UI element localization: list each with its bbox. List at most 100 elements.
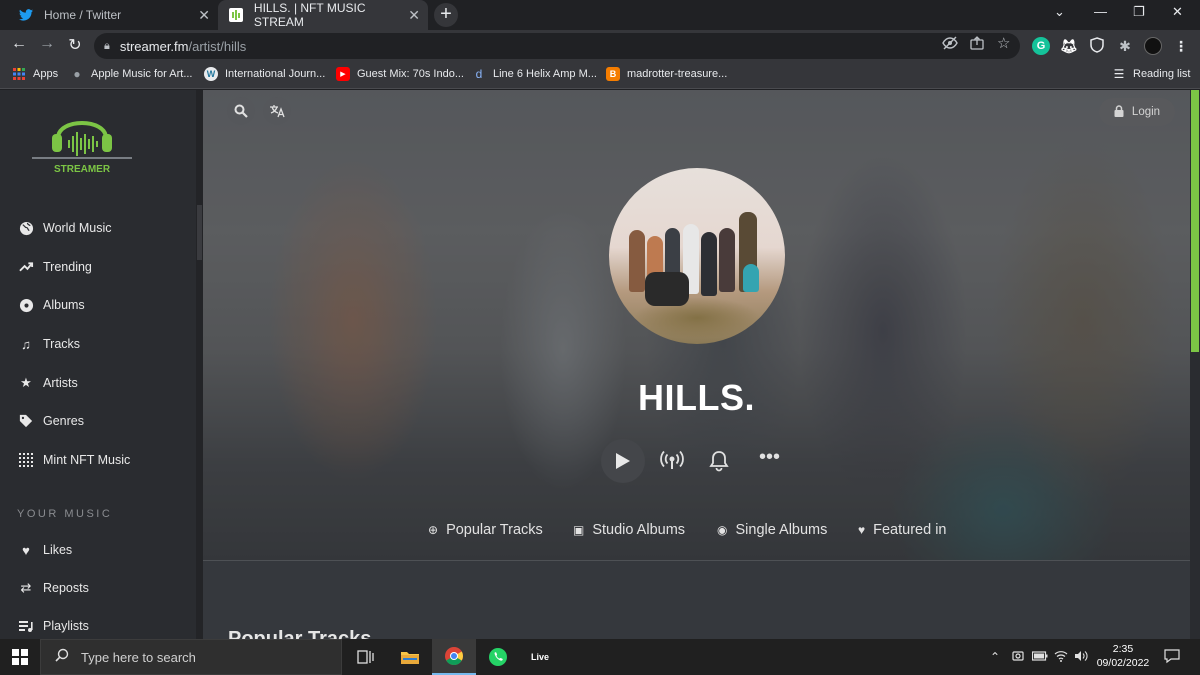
page-scrollbar[interactable] <box>1190 90 1200 639</box>
sidebar-item-tracks[interactable]: ♫ Tracks <box>18 336 80 352</box>
artist-avatar <box>609 168 785 344</box>
live-app-icon[interactable]: Live <box>518 639 562 675</box>
globe-icon <box>18 220 34 236</box>
battery-icon[interactable] <box>1031 650 1048 664</box>
disc-icon <box>18 297 34 313</box>
translate-icon[interactable] <box>263 97 291 125</box>
windows-start-icon[interactable] <box>12 649 28 665</box>
tag-icon <box>18 413 34 429</box>
close-tab-icon[interactable]: ✕ <box>408 7 420 24</box>
bell-icon[interactable] <box>709 450 729 477</box>
shield-extension-icon[interactable] <box>1088 37 1106 55</box>
tray-chevron-up-icon[interactable]: ⌃ <box>990 650 1000 664</box>
address-bar[interactable]: 🔒︎ streamer.fm/artist/hills <box>94 33 1020 59</box>
lock-icon <box>1114 104 1124 120</box>
volume-icon[interactable] <box>1074 650 1088 665</box>
more-options-icon[interactable]: ••• <box>759 446 780 469</box>
close-tab-icon[interactable]: ✕ <box>198 7 210 24</box>
bookmark-madrotter[interactable]: B madrotter-treasure... <box>606 67 727 81</box>
tab-streamer[interactable]: HILLS. | NFT MUSIC STREAM ✕ <box>218 0 428 30</box>
taskbar-search-input[interactable]: Type here to search <box>40 639 342 675</box>
file-explorer-icon[interactable] <box>388 639 432 675</box>
bookmark-international-journ[interactable]: W International Journ... <box>204 67 325 81</box>
bookmark-guest-mix[interactable]: ▶ Guest Mix: 70s Indo... <box>336 67 464 81</box>
sidebar: STREAMER World Music Trending Albums ♫ T… <box>0 90 200 639</box>
d-icon: d <box>475 67 483 81</box>
search-icon[interactable] <box>227 97 255 125</box>
albums-icon: ▣ <box>573 523 585 537</box>
tab-search-chevron-icon[interactable]: ⌄ <box>1054 4 1065 20</box>
more-menu-icon[interactable]: ⋮ <box>1172 37 1190 55</box>
chrome-taskbar-icon[interactable] <box>432 639 476 675</box>
play-button[interactable] <box>601 439 645 483</box>
sidebar-item-likes[interactable]: ♥ Likes <box>18 542 72 558</box>
sidebar-item-world-music[interactable]: World Music <box>18 220 112 236</box>
tab-title: HILLS. | NFT MUSIC STREAM <box>253 1 366 29</box>
trending-icon <box>18 259 34 275</box>
disc-icon: ◉ <box>717 523 728 537</box>
profile-avatar[interactable] <box>1144 37 1162 55</box>
streamer-logo[interactable]: STREAMER <box>28 100 136 178</box>
tray-camera-icon[interactable] <box>1012 650 1026 665</box>
tab-single-albums[interactable]: ◉ Single Albums <box>717 522 827 538</box>
reload-icon[interactable]: ↻ <box>64 35 86 55</box>
bookmark-star-icon[interactable]: ☆ <box>997 34 1010 52</box>
divider <box>203 560 1190 561</box>
youtube-icon: ▶ <box>336 67 350 81</box>
minimize-icon[interactable]: — <box>1094 4 1107 19</box>
sidebar-item-playlists[interactable]: Playlists <box>18 618 89 634</box>
taskbar-clock[interactable]: 2:35 09/02/2022 <box>1092 642 1154 670</box>
plus-circle-icon: ⊕ <box>428 523 439 537</box>
sidebar-item-mint-nft-music[interactable]: Mint NFT Music <box>18 452 130 468</box>
page-content: STREAMER World Music Trending Albums ♫ T… <box>0 90 1200 639</box>
heart-icon: ♥ <box>858 523 866 537</box>
eye-off-icon[interactable] <box>942 36 958 53</box>
star-icon: ★ <box>20 375 32 390</box>
bookmark-apps[interactable]: Apps <box>12 67 58 81</box>
login-button[interactable]: Login <box>1099 98 1175 126</box>
lock-icon: 🔒︎ <box>104 39 110 52</box>
reading-list-icon: ☰ <box>1113 67 1125 81</box>
grammarly-icon[interactable]: G <box>1032 37 1050 55</box>
browser-toolbar: ← → ↻ 🔒︎ streamer.fm/artist/hills ☆ G 🦊︎… <box>0 30 1200 62</box>
tab-popular-tracks[interactable]: ⊕ Popular Tracks <box>428 522 543 538</box>
forward-icon[interactable]: → <box>36 35 58 53</box>
metamask-icon[interactable]: 🦊︎ <box>1060 37 1078 55</box>
bookmark-apple-music[interactable]: ● Apple Music for Art... <box>70 67 192 81</box>
svg-text:STREAMER: STREAMER <box>54 164 111 175</box>
tab-title: Home / Twitter <box>44 8 122 22</box>
sidebar-item-artists[interactable]: ★ Artists <box>18 375 78 391</box>
tab-studio-albums[interactable]: ▣ Studio Albums <box>573 522 685 538</box>
new-tab-button[interactable]: + <box>434 3 458 27</box>
twitter-icon <box>18 7 34 23</box>
back-icon[interactable]: ← <box>8 35 30 53</box>
extensions-puzzle-icon[interactable]: ✱ <box>1116 37 1134 55</box>
streamer-favicon-icon <box>228 7 244 23</box>
sidebar-item-reposts[interactable]: ⇄ Reposts <box>18 580 89 596</box>
sidebar-item-trending[interactable]: Trending <box>18 259 92 275</box>
reading-list-button[interactable]: ☰ Reading list <box>1112 67 1191 81</box>
share-icon[interactable] <box>970 36 984 53</box>
blogger-icon: B <box>606 67 620 81</box>
sidebar-scrollbar[interactable] <box>196 90 203 639</box>
bookmarks-bar: Apps ● Apple Music for Art... W Internat… <box>0 62 1200 89</box>
task-view-icon[interactable] <box>344 639 388 675</box>
tab-twitter[interactable]: Home / Twitter ✕ <box>8 0 218 30</box>
radio-broadcast-icon[interactable] <box>659 450 685 475</box>
heart-icon: ♥ <box>22 542 30 558</box>
notification-icon[interactable] <box>1164 648 1180 667</box>
bookmark-line6-helix[interactable]: d Line 6 Helix Amp M... <box>472 67 597 81</box>
artist-hero: Login HILLS. ••• ⊕ Popular Tracks ▣ Stud… <box>203 90 1190 560</box>
close-window-icon[interactable]: ✕ <box>1172 4 1183 20</box>
sidebar-item-genres[interactable]: Genres <box>18 413 84 429</box>
search-icon <box>55 648 69 666</box>
wifi-icon[interactable] <box>1054 650 1068 665</box>
your-music-heading: YOUR MUSIC <box>17 508 113 520</box>
url-path: /artist/hills <box>188 38 247 54</box>
whatsapp-icon[interactable] <box>476 639 520 675</box>
playlist-icon <box>18 618 34 634</box>
restore-icon[interactable]: ❐ <box>1133 4 1145 20</box>
tab-featured-in[interactable]: ♥ Featured in <box>858 522 946 538</box>
apps-grid-icon <box>12 67 26 81</box>
sidebar-item-albums[interactable]: Albums <box>18 297 85 313</box>
